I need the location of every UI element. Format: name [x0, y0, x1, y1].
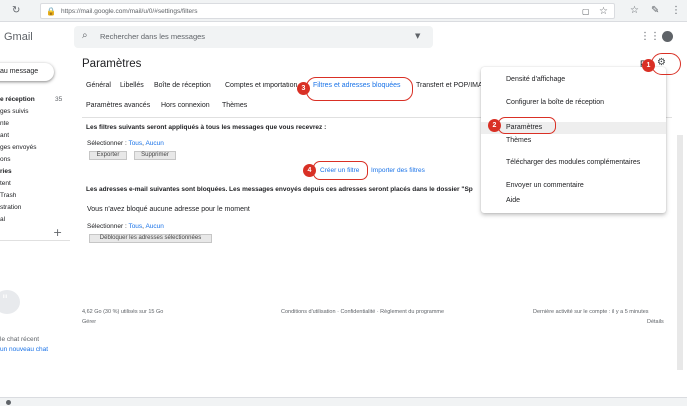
callout-badge-3: 3 [297, 82, 310, 95]
compose-label: au message [0, 68, 39, 75]
menu-item-density[interactable]: Densité d'affichage [506, 76, 565, 83]
start-chat-link[interactable]: un nouveau chat [0, 346, 48, 353]
unblock-button[interactable]: Débloquer les adresses sélectionnées [89, 234, 212, 243]
sidebar-item-label: e réception [0, 96, 35, 103]
menu-item-feedback[interactable]: Envoyer un commentaire [506, 182, 584, 189]
inbox-unread-count: 35 [55, 96, 63, 103]
callout-create-filter [313, 161, 368, 180]
status-dot-icon [6, 400, 11, 405]
menu-item-configure-inbox[interactable]: Configurer la boîte de réception [506, 99, 604, 106]
tab-accounts[interactable]: Comptes et importation [225, 82, 307, 89]
select-all-link[interactable]: Tous [128, 140, 142, 147]
address-bar[interactable]: 🔒 https://mail.google.com/mail/u/0/#sett… [40, 3, 615, 19]
settings-menu: Densité d'affichage Configurer la boîte … [481, 67, 666, 213]
blocked-heading: Les adresses e-mail suivantes sont bloqu… [86, 186, 473, 193]
menu-dots-icon[interactable]: ⋮ [671, 3, 681, 19]
scrollbar[interactable] [677, 135, 683, 370]
extension-icon[interactable]: ▢ [582, 4, 590, 20]
menu-item-addons[interactable]: Télécharger des modules complémentaires [506, 159, 640, 166]
sidebar-item-journal[interactable]: al [0, 216, 5, 223]
tab-advanced[interactable]: Paramètres avancés [86, 102, 150, 109]
select-label: Sélectionner : [87, 140, 129, 147]
select-label: Sélectionner : [87, 223, 129, 230]
export-button[interactable]: Exporter [89, 151, 127, 160]
lock-icon[interactable]: 🔒 [46, 4, 56, 20]
select-all-link[interactable]: Tous [128, 223, 142, 230]
manage-storage-link[interactable]: Gérer [82, 319, 96, 325]
gear-icon[interactable]: ⚙ [657, 57, 666, 68]
chat-empty-text: le chat récent [0, 336, 40, 343]
import-filters-link[interactable]: Importer des filtres [371, 167, 425, 174]
callout-badge-2: 2 [488, 119, 501, 132]
sidebar-item-drafts[interactable]: ons [0, 156, 10, 163]
last-activity: Dernière activité sur le compte : il y a… [533, 309, 649, 315]
page-title: Paramètres [82, 58, 142, 70]
sidebar-item-trash[interactable]: Trash [0, 192, 16, 199]
bookmark-star-icon[interactable]: ☆ [599, 4, 608, 20]
search-icon[interactable]: ⌕ [82, 30, 88, 41]
sidebar-item-snoozed[interactable]: nte [0, 120, 9, 127]
chat-bubble-icon: " [0, 290, 20, 314]
tab-forwarding[interactable]: Transfert et POP/IMAP [416, 82, 482, 89]
tab-themes[interactable]: Thèmes [222, 102, 247, 109]
callout-filters-tab [306, 77, 413, 101]
search-placeholder: Rechercher dans les messages [100, 32, 206, 41]
sidebar-item-important[interactable]: ant [0, 132, 9, 139]
callout-settings [498, 117, 556, 134]
menu-item-themes[interactable]: Thèmes [506, 137, 531, 144]
gmail-logo[interactable]: Gmail [4, 31, 33, 43]
reload-icon[interactable]: ↻ [12, 3, 20, 19]
compose-button[interactable]: au message [0, 63, 54, 81]
search-input[interactable]: ⌕ Rechercher dans les messages ▼ [74, 26, 433, 48]
details-link[interactable]: Détails [647, 319, 664, 325]
filters-select-row: Sélectionner : Tous, Aucun [87, 140, 164, 147]
tab-offline[interactable]: Hors connexion [161, 102, 210, 109]
select-none-link[interactable]: Aucun [145, 223, 163, 230]
add-label-icon[interactable]: + [53, 226, 62, 239]
tab-general[interactable]: Général [86, 82, 111, 89]
sidebar-item-starred[interactable]: ges suivis [0, 108, 29, 115]
sidebar-divider [0, 240, 70, 241]
tab-inbox[interactable]: Boîte de réception [154, 82, 211, 89]
callout-gear [651, 53, 681, 75]
sidebar-item-categories[interactable]: ries [0, 168, 12, 175]
browser-toolbar: ↻ 🔒 https://mail.google.com/mail/u/0/#se… [0, 0, 687, 22]
no-blocked-text: Vous n'avez bloqué aucune adresse pour l… [87, 206, 250, 213]
callout-badge-4: 4 [303, 164, 316, 177]
url-text[interactable]: https://mail.google.com/mail/u/0/#settin… [61, 8, 198, 15]
blocked-select-row: Sélectionner : Tous, Aucun [87, 223, 164, 230]
sidebar-item-sent-folder[interactable]: tent [0, 180, 11, 187]
tab-labels[interactable]: Libellés [120, 82, 144, 89]
sidebar-item-sent[interactable]: ges envoyés [0, 144, 37, 151]
bottom-bar [0, 397, 687, 406]
avatar[interactable] [662, 31, 673, 42]
edit-icon[interactable]: ✎ [651, 3, 659, 19]
menu-item-help[interactable]: Aide [506, 197, 520, 204]
footer-links[interactable]: Conditions d'utilisation · Confidentiali… [281, 309, 444, 315]
storage-usage: 4,62 Go (30 %) utilisés sur 15 Go [82, 309, 164, 315]
sidebar-item-inbox[interactable]: e réception [0, 96, 35, 103]
search-options-icon[interactable]: ▼ [415, 32, 420, 40]
select-none-link[interactable]: Aucun [145, 140, 163, 147]
delete-button[interactable]: Supprimer [134, 151, 176, 160]
callout-badge-1: 1 [642, 59, 655, 72]
favorites-icon[interactable]: ☆ [630, 3, 639, 19]
sidebar-item-administration[interactable]: stration [0, 204, 21, 211]
filters-heading: Les filtres suivants seront appliqués à … [86, 124, 327, 131]
